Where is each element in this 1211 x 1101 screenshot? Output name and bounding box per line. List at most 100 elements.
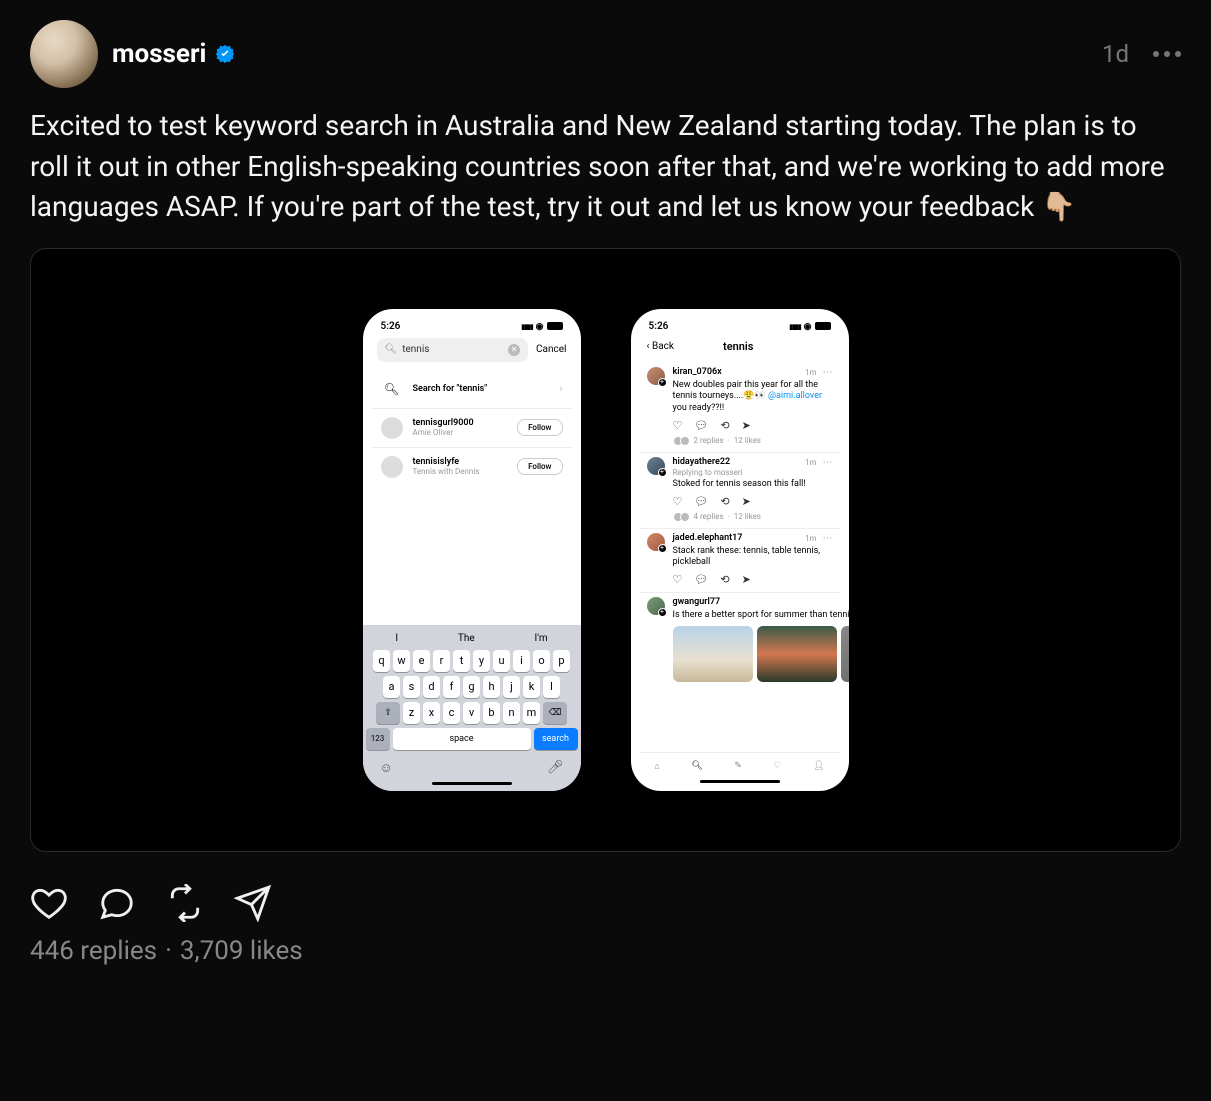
thread-username[interactable]: hidayathere22 (673, 457, 731, 467)
cancel-button[interactable]: Cancel (536, 344, 566, 355)
letter-key[interactable]: d (423, 676, 440, 698)
letter-key[interactable]: g (463, 676, 480, 698)
user-result-row[interactable]: tennisislyfe Tennis with Dennis Follow (371, 448, 573, 486)
image-carousel[interactable] (673, 626, 849, 682)
letter-key[interactable]: q (373, 650, 390, 672)
share-icon[interactable]: ➤ (742, 573, 751, 586)
letter-key[interactable]: w (393, 650, 410, 672)
mic-key[interactable]: 🎤︎ (547, 760, 564, 776)
nav-title: tennis (644, 340, 833, 353)
letter-key[interactable]: l (543, 676, 560, 698)
thread-actions: ♡ 💬︎ ⟲ ➤ (673, 573, 833, 586)
image-thumb[interactable] (841, 626, 849, 682)
letter-key[interactable]: h (483, 676, 500, 698)
letter-key[interactable]: p (553, 650, 570, 672)
replies-count[interactable]: 446 replies (30, 936, 157, 966)
thread-username[interactable]: kiran_0706x (673, 367, 722, 377)
letter-key[interactable]: y (473, 650, 490, 672)
image-thumb[interactable] (673, 626, 753, 682)
share-icon[interactable] (234, 884, 272, 922)
letter-key[interactable]: i (513, 650, 530, 672)
letter-key[interactable]: f (443, 676, 460, 698)
status-bar: 5:26 (371, 317, 573, 338)
letter-key[interactable]: e (413, 650, 430, 672)
thread-text: Stoked for tennis season this fall! (673, 479, 833, 491)
share-icon[interactable]: ➤ (742, 495, 751, 508)
letter-key[interactable]: x (423, 702, 440, 724)
thread-item[interactable]: + kiran_0706x 1m ⋯ New doubles pair this… (639, 363, 841, 453)
comment-icon[interactable]: 💬︎ (694, 573, 708, 586)
space-key[interactable]: space (393, 728, 531, 750)
follow-button[interactable]: Follow (517, 458, 562, 475)
follow-button[interactable]: Follow (517, 419, 562, 436)
thread-item[interactable]: + hidayathere22 1m ⋯ Replying to mosseri… (639, 453, 841, 529)
repost-icon[interactable] (166, 884, 204, 922)
thread-avatar[interactable]: + (647, 457, 665, 475)
thread-item[interactable]: + gwangurl77 1m ⋯ Is there a better spor… (639, 593, 841, 688)
letter-key[interactable]: t (453, 650, 470, 672)
comment-icon[interactable] (98, 884, 136, 922)
tab-bar: ⌂ 🔍︎ ✎ ♡ 👤︎ (639, 752, 841, 776)
activity-tab-icon[interactable]: ♡ (774, 761, 782, 771)
compose-tab-icon[interactable]: ✎ (734, 761, 742, 771)
letter-key[interactable]: j (503, 676, 520, 698)
kb-suggestion[interactable]: The (458, 633, 475, 644)
repost-icon[interactable]: ⟲ (720, 419, 729, 432)
letter-key[interactable]: v (463, 702, 480, 724)
repost-icon[interactable]: ⟲ (720, 573, 729, 586)
clear-icon[interactable]: ✕ (508, 344, 520, 356)
numeric-key[interactable]: 123 (366, 728, 390, 750)
thread-avatar[interactable]: + (647, 367, 665, 385)
letter-key[interactable]: z (403, 702, 420, 724)
kb-suggestion[interactable]: I (395, 633, 398, 644)
letter-key[interactable]: s (403, 676, 420, 698)
like-icon[interactable]: ♡ (673, 573, 683, 586)
thread-item[interactable]: + jaded.elephant17 1m ⋯ Stack rank these… (639, 529, 841, 593)
comment-icon[interactable]: 💬︎ (694, 419, 708, 432)
letter-key[interactable]: r (433, 650, 450, 672)
share-icon[interactable]: ➤ (742, 419, 751, 432)
like-icon[interactable] (30, 884, 68, 922)
letter-key[interactable]: m (523, 702, 540, 724)
repost-icon[interactable]: ⟲ (720, 495, 729, 508)
thread-avatar[interactable]: + (647, 533, 665, 551)
letter-key[interactable]: k (523, 676, 540, 698)
profile-tab-icon[interactable]: 👤︎ (813, 761, 824, 771)
avatar[interactable] (30, 20, 98, 88)
post-stats[interactable]: 446 replies·3,709 likes (30, 936, 1181, 966)
search-tab-icon[interactable]: 🔍︎ (691, 761, 702, 771)
like-icon[interactable]: ♡ (673, 419, 683, 432)
verified-badge-icon (214, 43, 236, 65)
search-input[interactable]: 🔍︎ tennis ✕ (377, 338, 529, 362)
emoji-key[interactable]: ☺ (380, 760, 393, 776)
likes-count[interactable]: 3,709 likes (180, 936, 303, 966)
user-result-row[interactable]: tennisgurl9000 Amie Oliver Follow (371, 409, 573, 448)
thread-username[interactable]: gwangurl77 (673, 597, 721, 607)
comment-icon[interactable]: 💬︎ (694, 495, 708, 508)
kb-suggestion[interactable]: I'm (534, 633, 547, 644)
like-icon[interactable]: ♡ (673, 495, 683, 508)
more-options-icon[interactable] (1153, 51, 1181, 57)
thread-avatar[interactable]: + (647, 597, 665, 615)
letter-key[interactable]: u (493, 650, 510, 672)
letter-key[interactable]: c (443, 702, 460, 724)
search-key[interactable]: search (534, 728, 578, 750)
thread-text: Stack rank these: tennis, table tennis, … (673, 546, 833, 569)
backspace-key[interactable]: ⌫ (543, 702, 567, 724)
image-thumb[interactable] (757, 626, 837, 682)
thread-username[interactable]: jaded.elephant17 (673, 533, 743, 543)
shift-key[interactable]: ⇧ (376, 702, 400, 724)
keyboard[interactable]: I The I'm qwertyuiop asdfghjkl ⇧ zxcvbnm… (363, 625, 581, 791)
home-tab-icon[interactable]: ⌂ (654, 761, 659, 772)
letter-key[interactable]: b (483, 702, 500, 724)
letter-key[interactable]: o (533, 650, 550, 672)
letter-key[interactable]: n (503, 702, 520, 724)
search-for-row[interactable]: 🔍︎ Search for "tennis" › (371, 370, 573, 409)
letter-key[interactable]: a (383, 676, 400, 698)
thread-more-icon[interactable]: ⋯ (823, 457, 833, 468)
thread-more-icon[interactable]: ⋯ (823, 367, 833, 378)
media-attachment[interactable]: 5:26 🔍︎ tennis ✕ Cancel 🔍︎ Search for "t… (30, 248, 1181, 852)
post-action-bar (30, 876, 1181, 936)
thread-more-icon[interactable]: ⋯ (823, 533, 833, 544)
username[interactable]: mosseri (112, 39, 206, 69)
